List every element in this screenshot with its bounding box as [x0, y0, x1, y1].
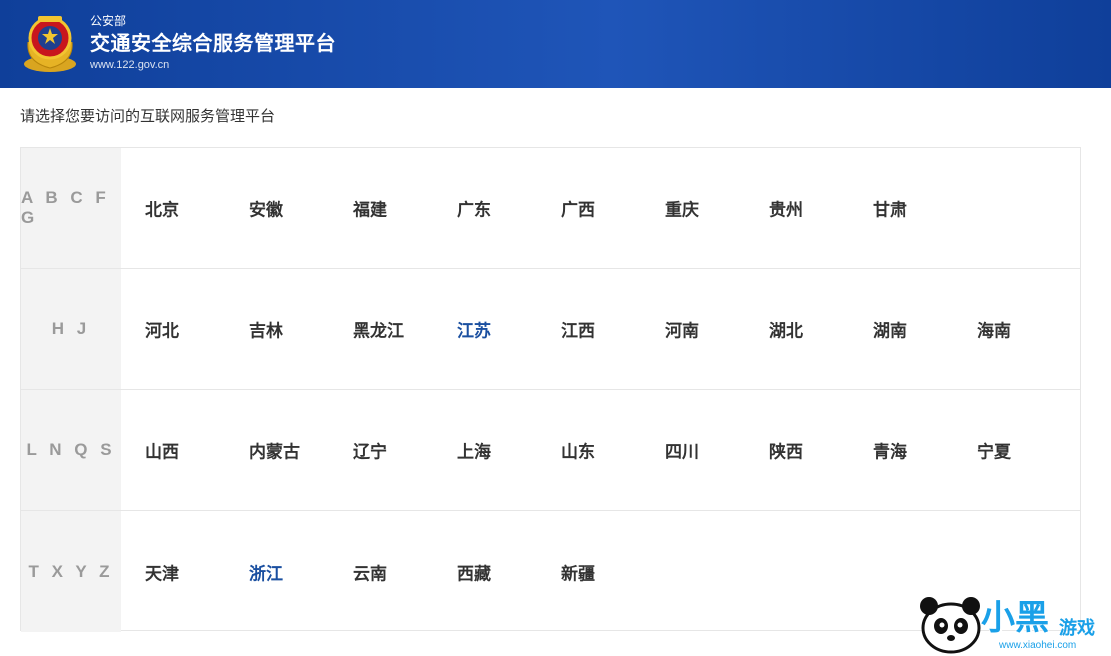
province-link[interactable]: 广东 [457, 196, 491, 221]
province-link[interactable]: 河南 [665, 317, 699, 342]
watermark-url: www.xiaohei.com [999, 640, 1077, 651]
police-emblem-icon [24, 16, 76, 72]
panda-mascot-icon [920, 597, 981, 654]
province-row: H J 河北 吉林 黑龙江 江苏 江西 河南 湖北 湖南 海南 [21, 269, 1080, 390]
row-letter-label: L N Q S [21, 390, 121, 510]
province-link[interactable]: 陕西 [769, 438, 803, 463]
province-link[interactable]: 青海 [873, 438, 907, 463]
site-url[interactable]: www.122.gov.cn [90, 57, 336, 73]
province-row: L N Q S 山西 内蒙古 辽宁 上海 山东 四川 陕西 青海 宁夏 [21, 390, 1080, 511]
province-link[interactable]: 重庆 [665, 196, 699, 221]
province-link[interactable]: 辽宁 [353, 438, 387, 463]
province-link[interactable]: 北京 [145, 196, 179, 221]
province-link[interactable]: 安徽 [249, 196, 283, 221]
row-letter-label: T X Y Z [21, 511, 121, 632]
province-link[interactable]: 贵州 [769, 196, 803, 221]
province-link[interactable]: 海南 [977, 317, 1011, 342]
province-row: A B C F G 北京 安徽 福建 广东 广西 重庆 贵州 甘肃 [21, 148, 1080, 269]
province-link[interactable]: 湖南 [873, 317, 907, 342]
row-letter-label: H J [21, 269, 121, 389]
province-link[interactable]: 黑龙江 [353, 317, 404, 342]
xiaohei-watermark: 小黑 游戏 www.xiaohei.com [911, 586, 1111, 656]
province-link[interactable]: 江西 [561, 317, 595, 342]
row-letter-label: A B C F G [21, 148, 121, 268]
province-link[interactable]: 四川 [665, 438, 699, 463]
province-link[interactable]: 广西 [561, 196, 595, 221]
province-link[interactable]: 福建 [353, 196, 387, 221]
province-link[interactable]: 内蒙古 [249, 438, 300, 463]
province-link[interactable]: 云南 [353, 559, 387, 584]
province-link[interactable]: 吉林 [249, 317, 283, 342]
province-link[interactable]: 西藏 [457, 559, 491, 584]
province-link[interactable]: 浙江 [249, 559, 283, 584]
province-link[interactable]: 河北 [145, 317, 179, 342]
instruction-text: 请选择您要访问的互联网服务管理平台 [20, 107, 276, 125]
province-link[interactable]: 上海 [457, 438, 491, 463]
province-link[interactable]: 湖北 [769, 317, 803, 342]
province-link[interactable]: 宁夏 [977, 438, 1011, 463]
province-grid: A B C F G 北京 安徽 福建 广东 广西 重庆 贵州 甘肃 H J 河北 吉林 黑龙江 江苏 江西 河… [20, 147, 1081, 632]
watermark-suffix: 游戏 [1059, 618, 1095, 639]
province-link[interactable]: 新疆 [561, 559, 595, 584]
department-label: 公安部 [90, 14, 127, 28]
province-link[interactable]: 天津 [145, 559, 179, 584]
province-link[interactable]: 江苏 [457, 317, 491, 342]
watermark-logo-text: 小黑 [981, 598, 1049, 638]
site-title[interactable]: 交通安全综合服务管理平台 [90, 29, 336, 57]
province-link[interactable]: 山东 [561, 438, 595, 463]
province-link[interactable]: 甘肃 [873, 196, 907, 221]
site-header: 公安部 交通安全综合服务管理平台 www.122.gov.cn [0, 0, 1111, 88]
province-link[interactable]: 山西 [145, 438, 179, 463]
